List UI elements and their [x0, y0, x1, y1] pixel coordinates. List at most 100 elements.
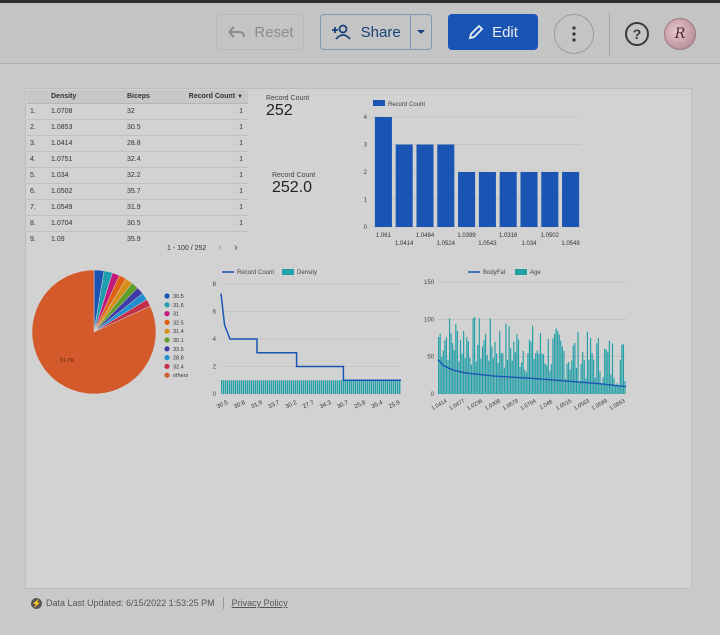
- bar: [399, 380, 401, 394]
- x-tick-label: 1.034: [521, 241, 537, 247]
- column-header-biceps[interactable]: Biceps: [127, 93, 183, 100]
- row-index: 7.: [30, 204, 36, 211]
- bar: [549, 371, 551, 394]
- cell-record-count: 1: [239, 108, 243, 115]
- bar: [448, 318, 451, 394]
- cell-density: 1.0502: [51, 188, 73, 195]
- bar: [596, 343, 598, 394]
- bar: [608, 340, 610, 394]
- bar: [557, 330, 559, 394]
- bar: [327, 380, 329, 394]
- y-tick-label: 0: [213, 392, 217, 398]
- bar: [616, 383, 618, 394]
- y-tick-label: 50: [427, 355, 434, 361]
- bar: [281, 380, 283, 394]
- share-dropdown-button[interactable]: [411, 15, 431, 49]
- bar: [593, 359, 595, 394]
- bar: [619, 359, 621, 394]
- legend-label: 32.4: [173, 364, 184, 370]
- combo-chart-bodyfat-age: BodyFat Age0501001501.0414 1.0477 1.0236 1.0…: [424, 269, 627, 412]
- x-tick-label: 1.0599: [591, 398, 609, 412]
- next-page-icon[interactable]: ›: [234, 242, 238, 254]
- x-tick-label: 1.0414: [431, 398, 449, 412]
- table-row[interactable]: 4. 1.0751 32.4 1: [27, 152, 248, 168]
- bar: [525, 372, 527, 394]
- bar: [607, 351, 609, 394]
- legend-label: Record Count: [237, 270, 274, 276]
- x-tick-label: 30.6: [233, 400, 247, 411]
- cell-biceps: 35.9: [127, 236, 141, 241]
- bar: [345, 380, 347, 394]
- privacy-policy-link[interactable]: Privacy Policy: [232, 598, 288, 608]
- bar: [516, 333, 518, 394]
- bar: [464, 358, 466, 394]
- avatar[interactable]: R: [664, 18, 696, 50]
- bar: [263, 380, 265, 394]
- bar: [291, 380, 293, 394]
- bar: [303, 380, 305, 394]
- toolbar: Reset Share Edit ? R: [0, 0, 720, 64]
- table-row[interactable]: 3. 1.0414 28.8 1: [27, 136, 248, 152]
- bar: [599, 371, 601, 394]
- bar: [225, 380, 227, 394]
- more-options-button[interactable]: [554, 14, 594, 54]
- bar: [365, 380, 367, 394]
- bar: [237, 380, 239, 394]
- bar: [480, 358, 482, 394]
- table-row[interactable]: 6. 1.0502 35.7 1: [27, 184, 248, 200]
- share-button[interactable]: Share: [320, 14, 432, 50]
- reset-button[interactable]: Reset: [216, 14, 304, 50]
- bar: [389, 380, 391, 394]
- bar: [241, 380, 243, 394]
- x-tick-label: 27.7: [302, 400, 316, 411]
- undo-icon: [228, 26, 246, 38]
- y-tick-label: 0: [431, 392, 435, 398]
- bar: [571, 360, 573, 394]
- bar: [514, 352, 516, 394]
- edit-button[interactable]: Edit: [448, 14, 538, 50]
- bar: [445, 337, 448, 394]
- bar: [321, 380, 323, 394]
- bar: [367, 380, 369, 394]
- bar: [391, 380, 393, 394]
- bar: [339, 380, 341, 394]
- row-index: 2.: [30, 124, 36, 131]
- column-header-density[interactable]: Density: [49, 93, 127, 100]
- scorecard-label: Record Count: [266, 95, 310, 102]
- table-row[interactable]: 5. 1.034 32.2 1: [27, 168, 248, 184]
- legend-swatch: [164, 372, 170, 378]
- x-tick-label: 35.4: [371, 400, 385, 411]
- x-tick-label: 1.0653: [609, 398, 627, 412]
- table-row[interactable]: 1. 1.0708 32 1: [27, 104, 248, 120]
- legend-label: 28.8: [173, 356, 184, 362]
- bar: [485, 334, 487, 394]
- bar: [351, 380, 353, 394]
- data-updated-text: Data Last Updated: 6/15/2022 1:53:25 PM: [46, 598, 215, 608]
- bar: [293, 380, 295, 394]
- column-header-record-count[interactable]: Record Count ▼: [183, 93, 248, 100]
- scorecard-value: 252.0: [272, 179, 313, 196]
- cell-biceps: 28.8: [127, 140, 141, 147]
- y-tick-label: 150: [424, 280, 435, 286]
- table-row[interactable]: 7. 1.0549 31.9 1: [27, 200, 248, 216]
- prev-page-icon[interactable]: ‹: [218, 242, 222, 254]
- table-row[interactable]: 8. 1.0704 30.5 1: [27, 216, 248, 232]
- bar: [249, 380, 251, 394]
- bar: [594, 377, 596, 394]
- bar: [469, 357, 471, 394]
- bar: [355, 380, 357, 394]
- bar: [385, 380, 387, 394]
- row-index: 8.: [30, 220, 36, 227]
- table-row[interactable]: 9. 1.09 35.9: [27, 232, 248, 241]
- bar: [503, 367, 505, 394]
- bar: [467, 341, 469, 394]
- table-row[interactable]: 2. 1.0853 30.5 1: [27, 120, 248, 136]
- bar: [349, 380, 351, 394]
- bar: [393, 380, 395, 394]
- help-icon[interactable]: ?: [625, 22, 649, 46]
- bar: [486, 354, 488, 394]
- legend-label: 31: [173, 312, 179, 318]
- bar: [478, 172, 496, 227]
- bar: [541, 353, 543, 394]
- bar: [269, 380, 271, 394]
